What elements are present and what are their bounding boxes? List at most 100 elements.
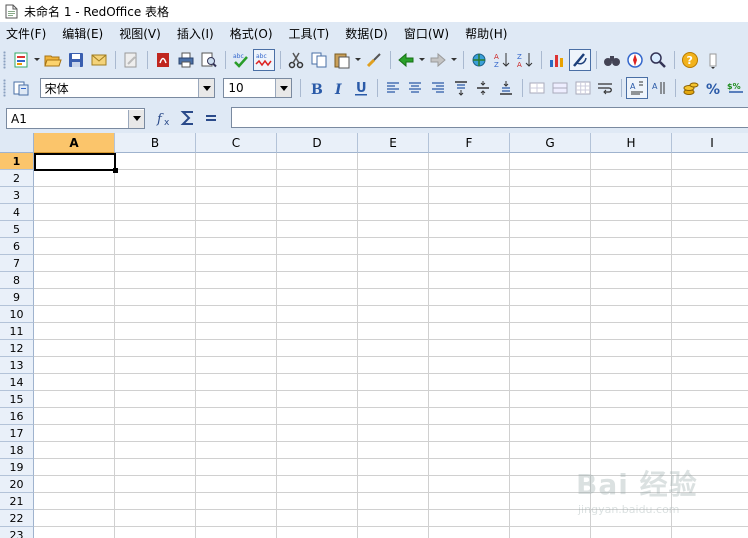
menu-edit[interactable]: 编辑(E) bbox=[54, 25, 111, 42]
row-header[interactable]: 22 bbox=[0, 510, 34, 527]
styles-button[interactable] bbox=[10, 77, 32, 99]
page-preview-button[interactable] bbox=[198, 49, 220, 71]
sum-button[interactable] bbox=[177, 107, 199, 129]
row-header[interactable]: 23 bbox=[0, 527, 34, 538]
menu-window[interactable]: 窗口(W) bbox=[396, 25, 457, 42]
column-header[interactable]: A bbox=[34, 133, 115, 153]
split-cells-button[interactable] bbox=[549, 77, 571, 99]
format-paintbrush-button[interactable] bbox=[363, 49, 385, 71]
open-button[interactable] bbox=[42, 49, 64, 71]
auto-spellcheck-button[interactable]: abc bbox=[253, 48, 275, 71]
redo-dropdown[interactable] bbox=[450, 49, 457, 71]
align-middle-button[interactable] bbox=[472, 77, 494, 99]
undo-button[interactable] bbox=[395, 49, 417, 71]
redo-button[interactable] bbox=[427, 49, 449, 71]
menu-view[interactable]: 视图(V) bbox=[111, 25, 169, 42]
table-grid-button[interactable] bbox=[572, 77, 594, 99]
name-box[interactable]: A1 bbox=[6, 108, 145, 129]
toolbar-grip[interactable] bbox=[3, 79, 6, 97]
column-header[interactable]: I bbox=[672, 133, 748, 153]
italic-button[interactable]: I bbox=[328, 77, 350, 99]
column-header[interactable]: G bbox=[510, 133, 591, 153]
row-header[interactable]: 5 bbox=[0, 221, 34, 238]
bold-button[interactable]: B bbox=[305, 77, 327, 99]
menu-help[interactable]: 帮助(H) bbox=[457, 25, 515, 42]
hyperlink-button[interactable] bbox=[468, 49, 490, 71]
new-document-button[interactable] bbox=[10, 49, 32, 71]
chevron-down-icon[interactable] bbox=[128, 109, 144, 128]
chevron-down-icon[interactable] bbox=[198, 79, 215, 97]
paste-button[interactable] bbox=[331, 49, 353, 71]
row-header[interactable]: 2 bbox=[0, 170, 34, 187]
number-format-button[interactable]: $% bbox=[725, 77, 747, 99]
text-direction-vertical-button[interactable]: A bbox=[649, 77, 671, 99]
row-header[interactable]: 12 bbox=[0, 340, 34, 357]
navigator-button[interactable] bbox=[624, 49, 646, 71]
percent-format-button[interactable]: % bbox=[703, 77, 725, 99]
copy-button[interactable] bbox=[308, 49, 330, 71]
row-header[interactable]: 7 bbox=[0, 255, 34, 272]
text-direction-horizontal-button[interactable]: A bbox=[626, 77, 648, 99]
align-top-button[interactable] bbox=[450, 77, 472, 99]
menu-file[interactable]: 文件(F) bbox=[0, 25, 54, 42]
column-header[interactable]: E bbox=[358, 133, 429, 153]
row-header[interactable]: 18 bbox=[0, 442, 34, 459]
email-button[interactable] bbox=[88, 49, 110, 71]
row-header[interactable]: 4 bbox=[0, 204, 34, 221]
spellcheck-button[interactable]: abc bbox=[230, 49, 252, 71]
row-header[interactable]: 15 bbox=[0, 391, 34, 408]
new-document-dropdown[interactable] bbox=[33, 49, 40, 71]
align-right-button[interactable] bbox=[427, 77, 449, 99]
currency-format-button[interactable] bbox=[680, 77, 702, 99]
row-header[interactable]: 16 bbox=[0, 408, 34, 425]
row-header[interactable]: 13 bbox=[0, 357, 34, 374]
zoom-button[interactable] bbox=[647, 49, 669, 71]
menu-data[interactable]: 数据(D) bbox=[337, 25, 396, 42]
sort-ascending-button[interactable]: AZ bbox=[491, 49, 513, 71]
insert-chart-button[interactable] bbox=[546, 49, 568, 71]
underline-button[interactable]: U bbox=[350, 77, 372, 99]
column-header[interactable]: B bbox=[115, 133, 196, 153]
edit-file-button[interactable] bbox=[120, 49, 142, 71]
row-header[interactable]: 11 bbox=[0, 323, 34, 340]
export-pdf-button[interactable] bbox=[152, 49, 174, 71]
formula-button[interactable] bbox=[200, 107, 222, 129]
active-cell-cursor[interactable] bbox=[34, 153, 118, 173]
find-replace-button[interactable] bbox=[601, 49, 623, 71]
undo-dropdown[interactable] bbox=[418, 49, 425, 71]
row-header[interactable]: 10 bbox=[0, 306, 34, 323]
align-center-button[interactable] bbox=[405, 77, 427, 99]
menu-format[interactable]: 格式(O) bbox=[222, 25, 281, 42]
font-name-select[interactable]: 宋体 bbox=[39, 78, 216, 98]
paste-dropdown[interactable] bbox=[354, 49, 361, 71]
help-button[interactable]: ? bbox=[679, 49, 701, 71]
column-header[interactable]: D bbox=[277, 133, 358, 153]
row-header[interactable]: 3 bbox=[0, 187, 34, 204]
wrap-text-button[interactable] bbox=[594, 77, 616, 99]
toolbar-grip[interactable] bbox=[3, 50, 6, 69]
merge-cells-button[interactable] bbox=[527, 77, 549, 99]
function-wizard-button[interactable]: fx bbox=[154, 107, 176, 129]
row-header[interactable]: 19 bbox=[0, 459, 34, 476]
font-size-select[interactable]: 10 bbox=[223, 78, 293, 98]
row-header[interactable]: 21 bbox=[0, 493, 34, 510]
column-header[interactable]: H bbox=[591, 133, 672, 153]
menu-tools[interactable]: 工具(T) bbox=[281, 25, 338, 42]
toolbar-overflow-button[interactable] bbox=[702, 49, 724, 71]
column-header[interactable]: F bbox=[429, 133, 510, 153]
align-left-button[interactable] bbox=[382, 77, 404, 99]
column-header[interactable]: C bbox=[196, 133, 277, 153]
row-header[interactable]: 17 bbox=[0, 425, 34, 442]
cut-button[interactable] bbox=[285, 49, 307, 71]
print-button[interactable] bbox=[175, 49, 197, 71]
menu-insert[interactable]: 插入(I) bbox=[169, 25, 222, 42]
row-header[interactable]: 14 bbox=[0, 374, 34, 391]
row-header[interactable]: 1 bbox=[0, 153, 34, 170]
show-draw-functions-button[interactable] bbox=[569, 48, 591, 71]
align-bottom-button[interactable] bbox=[495, 77, 517, 99]
save-button[interactable] bbox=[65, 49, 87, 71]
row-header[interactable]: 20 bbox=[0, 476, 34, 493]
row-header[interactable]: 6 bbox=[0, 238, 34, 255]
row-header[interactable]: 8 bbox=[0, 272, 34, 289]
row-header[interactable]: 9 bbox=[0, 289, 34, 306]
